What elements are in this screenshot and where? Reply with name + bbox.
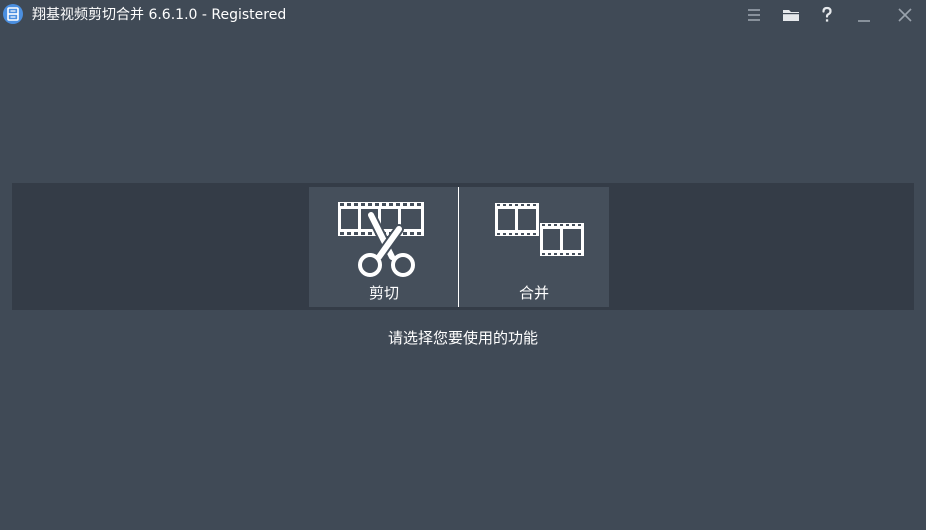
- cut-label: 剪切: [368, 284, 399, 302]
- close-button[interactable]: [892, 3, 918, 27]
- cut-button[interactable]: 剪切: [309, 187, 459, 307]
- window-title: 翔基视频剪切合并 6.6.1.0 - Registered: [32, 7, 287, 23]
- hint-text: 请选择您要使用的功能: [387, 329, 538, 347]
- minimize-button[interactable]: [851, 3, 877, 27]
- merge-button[interactable]: 合并: [459, 187, 609, 307]
- folder-icon: [783, 10, 799, 21]
- app-icon: [3, 4, 23, 24]
- merge-label: 合并: [518, 284, 549, 302]
- open-folder-button[interactable]: [778, 3, 804, 27]
- help-icon: [822, 6, 832, 22]
- menu-icon: [748, 9, 760, 21]
- title-bar: 翔基视频剪切合并 6.6.1.0 - Registered: [0, 0, 926, 30]
- minimize-icon: [858, 20, 870, 22]
- help-button[interactable]: [814, 3, 840, 27]
- close-icon: [898, 8, 912, 22]
- film-scissors-icon: [338, 202, 424, 277]
- menu-button[interactable]: [741, 3, 767, 27]
- film-merge-icon: [495, 203, 584, 256]
